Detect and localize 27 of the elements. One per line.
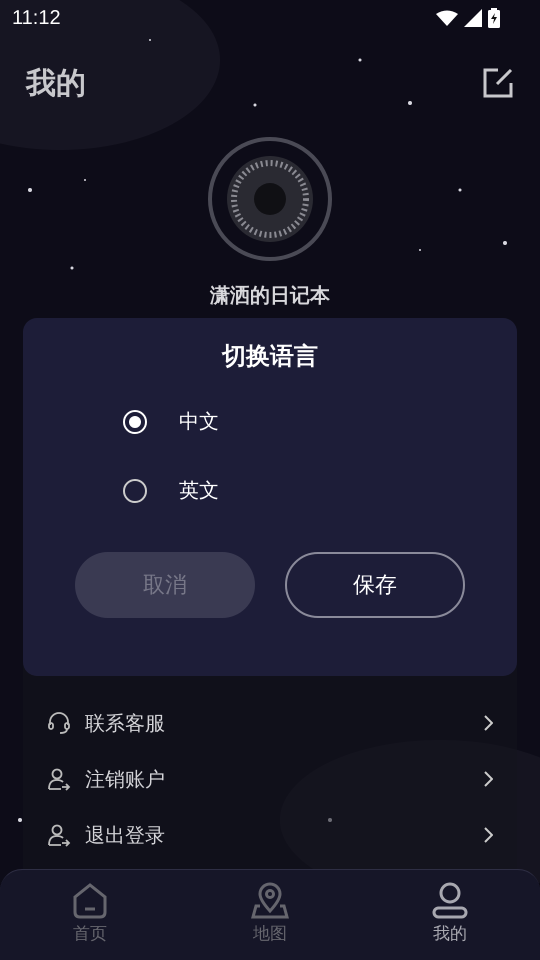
radio-button[interactable]: [123, 478, 147, 502]
option-label: 中文: [179, 408, 219, 435]
signal-icon: [464, 9, 482, 27]
headset-icon: [47, 711, 71, 735]
home-icon: [71, 882, 109, 920]
menu-item[interactable]: 联系客服: [23, 695, 517, 751]
wifi-icon: [436, 10, 458, 26]
edit-icon[interactable]: [482, 67, 514, 99]
battery-icon: [488, 8, 500, 28]
option-label: 英文: [179, 477, 219, 504]
map-pin-icon: [251, 882, 289, 920]
menu-item[interactable]: 退出登录: [23, 807, 517, 863]
user-arrow-icon: [47, 823, 71, 847]
status-time: 11:12: [12, 6, 61, 30]
page-title: 我的: [26, 64, 86, 102]
chevron-right-icon: [483, 715, 493, 731]
chevron-right-icon: [483, 771, 493, 787]
user-arrow-icon: [47, 767, 71, 791]
language-option[interactable]: 英文: [123, 477, 423, 504]
dialog-title: 切换语言: [222, 341, 318, 372]
menu-item[interactable]: 注销账户: [23, 751, 517, 807]
tab[interactable]: 我的: [360, 870, 540, 960]
chevron-right-icon: [483, 827, 493, 843]
user-icon: [431, 882, 469, 920]
save-button[interactable]: 保存: [285, 552, 465, 618]
profile-name: 潇洒的日记本: [210, 282, 330, 309]
language-option[interactable]: 中文: [123, 408, 423, 435]
